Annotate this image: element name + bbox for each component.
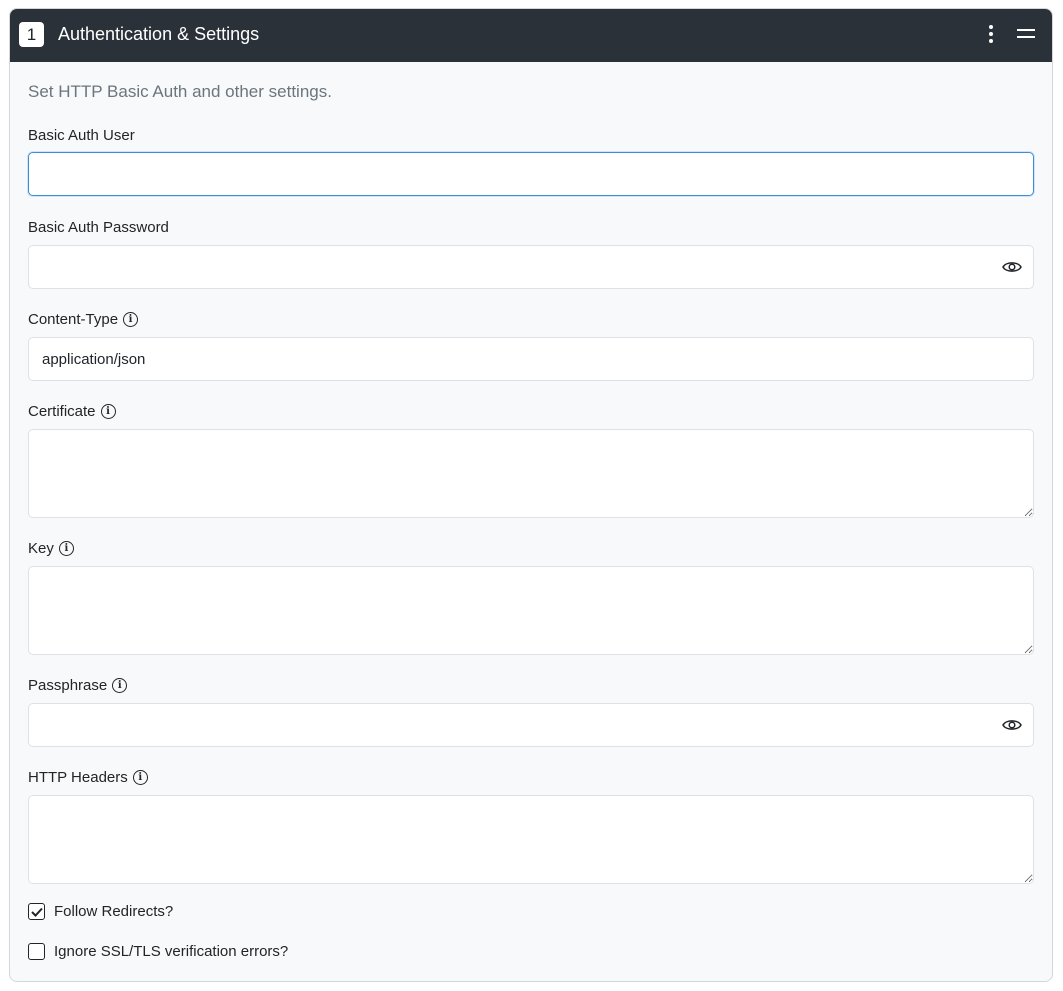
card-title: Authentication & Settings: [58, 24, 260, 44]
content-type-input[interactable]: [28, 337, 1034, 381]
checkbox-checked[interactable]: [28, 903, 45, 920]
follow-redirects-label: Follow Redirects?: [54, 903, 174, 920]
http-headers-label: HTTP Headers i: [28, 769, 148, 786]
checkbox-unchecked[interactable]: [28, 943, 45, 960]
basic-auth-user-input[interactable]: [28, 152, 1034, 196]
info-icon[interactable]: i: [58, 541, 74, 556]
settings-card: 1 Authentication & Settings Set HTTP Bas…: [9, 8, 1053, 982]
step-badge: 1: [19, 22, 44, 47]
check-icon: [30, 907, 43, 917]
card-header: 1 Authentication & Settings: [10, 9, 1052, 62]
drag-handle-icon[interactable]: [1017, 29, 1035, 43]
http-headers-textarea[interactable]: [28, 795, 1034, 884]
follow-redirects-checkbox[interactable]: Follow Redirects?: [28, 903, 173, 920]
basic-auth-password-input[interactable]: [28, 245, 1034, 289]
key-textarea[interactable]: [28, 566, 1034, 655]
show-passphrase-eye-icon[interactable]: [1002, 718, 1022, 732]
info-icon[interactable]: i: [100, 404, 116, 419]
info-icon[interactable]: i: [112, 678, 128, 693]
label-text: Passphrase: [28, 677, 108, 694]
more-options-icon[interactable]: [983, 25, 999, 47]
basic-auth-password-label: Basic Auth Password: [28, 219, 169, 236]
ignore-ssl-checkbox[interactable]: Ignore SSL/TLS verification errors?: [28, 943, 288, 960]
content-type-label: Content-Type i: [28, 311, 139, 328]
card-description: Set HTTP Basic Auth and other settings.: [28, 82, 332, 101]
label-text: Basic Auth User: [28, 127, 135, 144]
label-text: Key: [28, 540, 54, 557]
label-text: Basic Auth Password: [28, 219, 169, 236]
label-text: HTTP Headers: [28, 769, 128, 786]
info-icon[interactable]: i: [123, 312, 139, 327]
passphrase-label: Passphrase i: [28, 677, 128, 694]
certificate-label: Certificate i: [28, 403, 116, 420]
label-text: Certificate: [28, 403, 96, 420]
label-text: Content-Type: [28, 311, 119, 328]
info-icon[interactable]: i: [132, 770, 148, 785]
key-label: Key i: [28, 540, 74, 557]
certificate-textarea[interactable]: [28, 429, 1034, 518]
ignore-ssl-label: Ignore SSL/TLS verification errors?: [54, 943, 289, 960]
show-password-eye-icon[interactable]: [1002, 260, 1022, 274]
passphrase-input[interactable]: [28, 703, 1034, 747]
basic-auth-user-label: Basic Auth User: [28, 127, 135, 144]
